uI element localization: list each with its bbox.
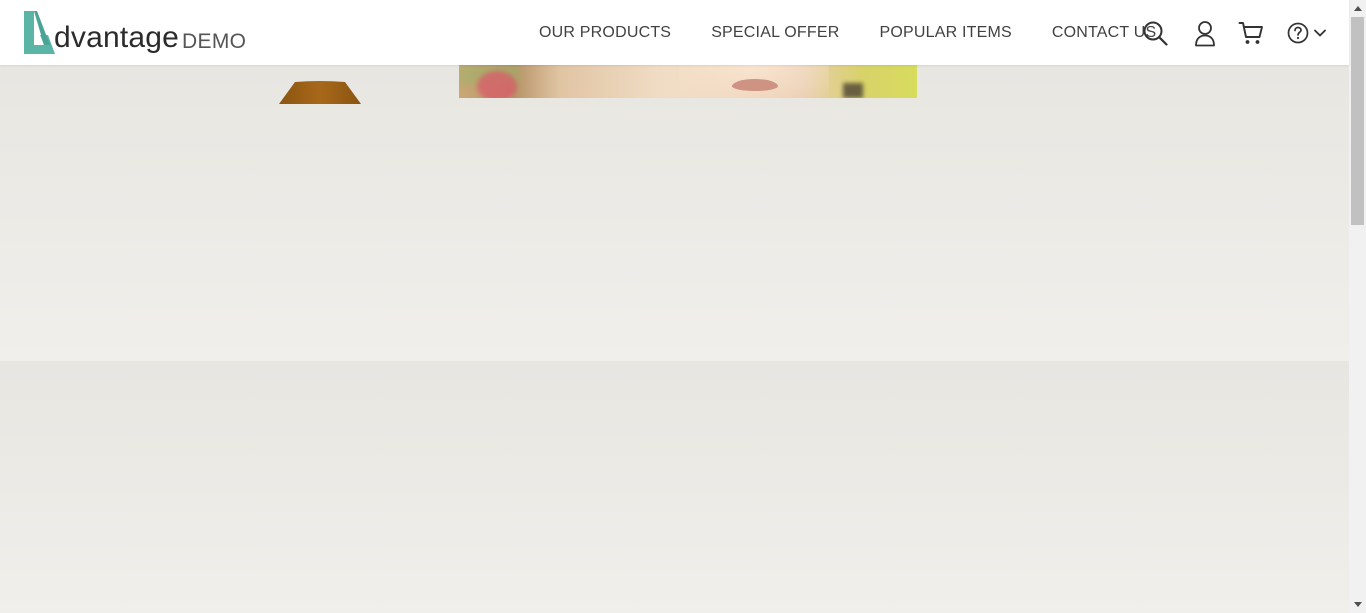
cart-button[interactable] — [1238, 17, 1264, 49]
main-nav: OUR PRODUCTS SPECIAL OFFER POPULAR ITEMS… — [539, 0, 1156, 65]
chevron-down-icon — [1314, 29, 1326, 37]
page-scrollbar[interactable] — [1349, 0, 1366, 613]
nav-popular-items[interactable]: POPULAR ITEMS — [879, 24, 1011, 42]
hero-model-photo — [459, 65, 917, 98]
nav-our-products[interactable]: OUR PRODUCTS — [539, 24, 671, 42]
hero-lower-section — [0, 361, 1349, 613]
logo-wordmark: dvantage — [54, 21, 180, 54]
user-icon — [1195, 20, 1215, 46]
logo-link[interactable]: dvantage DEMO — [22, 9, 246, 55]
pendant-lamp-image — [279, 81, 361, 104]
scroll-up-button[interactable] — [1349, 0, 1366, 17]
logo-suffix: DEMO — [182, 30, 247, 53]
search-icon — [1143, 21, 1168, 46]
scroll-down-arrow-icon — [1353, 602, 1362, 607]
search-button[interactable] — [1141, 17, 1169, 49]
hero-slide — [0, 65, 1349, 361]
user-menu-button[interactable] — [1193, 17, 1217, 49]
scrollbar-thumb[interactable] — [1351, 17, 1364, 225]
help-menu-button[interactable] — [1286, 17, 1328, 49]
scroll-up-arrow-icon — [1353, 6, 1362, 11]
nav-special-offer[interactable]: SPECIAL OFFER — [711, 24, 839, 42]
help-icon — [1287, 22, 1309, 44]
advantage-logo-icon — [24, 11, 55, 54]
cart-icon — [1238, 22, 1263, 44]
scroll-down-button[interactable] — [1349, 596, 1366, 613]
site-header: dvantage DEMO OUR PRODUCTS SPECIAL OFFER… — [0, 0, 1349, 65]
